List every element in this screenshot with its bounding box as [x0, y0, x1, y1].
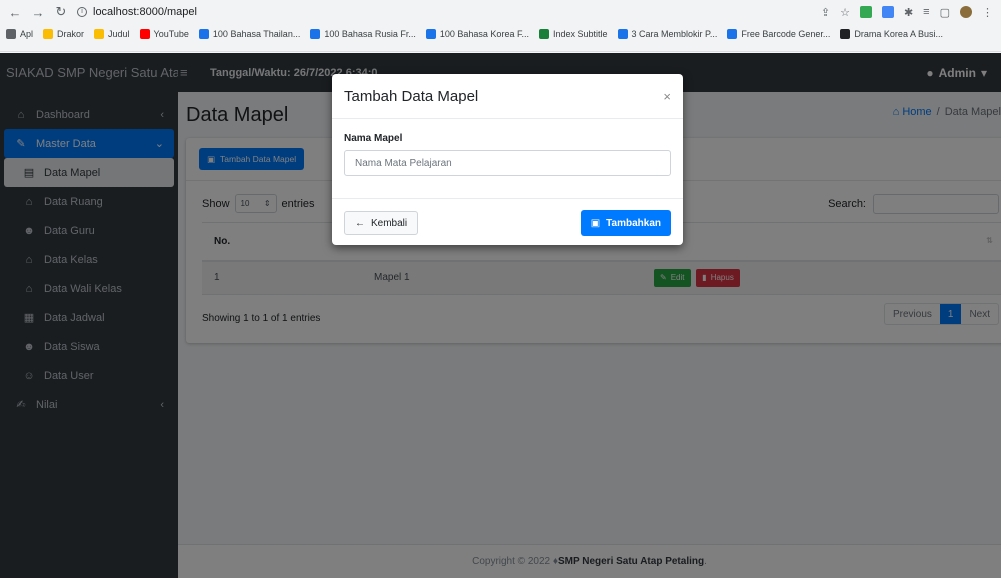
bookmark-label: YouTube	[153, 29, 189, 39]
bookmark-icon	[617, 29, 628, 39]
bookmark-icon	[6, 29, 16, 39]
bookmark-label: 3 Cara Memblokir P...	[631, 29, 718, 39]
bookmark-item[interactable]: 100 Bahasa Korea F...	[425, 29, 529, 39]
bookmark-item[interactable]: 100 Bahasa Thailan...	[198, 29, 301, 39]
address-row: ← → ↻ i localhost:8000/mapel ⇪ ☆ ✱ ≡ ▢ ⋮	[0, 0, 1001, 24]
tab-icon[interactable]: ▢	[940, 6, 950, 19]
bookmark-label: Judul	[108, 29, 130, 39]
bookmark-icon	[94, 29, 105, 39]
bookmark-icon	[198, 29, 209, 39]
bookmark-item[interactable]: Free Barcode Gener...	[727, 29, 830, 39]
menu-dots-icon[interactable]: ⋮	[982, 6, 993, 19]
bookmark-item[interactable]: Apl	[6, 29, 33, 39]
reload-icon[interactable]: ↻	[54, 4, 68, 20]
bookmark-icon	[310, 29, 321, 39]
bookmark-icon	[43, 29, 54, 39]
bookmark-label: Apl	[20, 29, 34, 39]
back-arrow-icon[interactable]: ←	[8, 5, 22, 20]
bookmark-label: 100 Bahasa Korea F...	[439, 29, 529, 39]
bookmark-item[interactable]: 3 Cara Memblokir P...	[617, 29, 718, 39]
submit-label: Tambahkan	[606, 217, 661, 229]
back-label: Kembali	[371, 217, 408, 229]
forward-arrow-icon[interactable]: →	[31, 5, 45, 20]
bookmark-item[interactable]: Judul	[94, 29, 130, 39]
star-icon[interactable]: ☆	[840, 6, 850, 19]
bookmark-label: Free Barcode Gener...	[741, 29, 831, 39]
submit-button[interactable]: ▣ Tambahkan	[580, 210, 671, 236]
arrow-left-icon: ←	[355, 217, 365, 229]
modal-footer: ← Kembali ▣ Tambahkan	[332, 198, 683, 245]
browser-toolbar: ← → ↻ i localhost:8000/mapel ⇪ ☆ ✱ ≡ ▢ ⋮…	[0, 0, 1001, 52]
puzzle-icon[interactable]: ✱	[904, 6, 913, 19]
profile-avatar[interactable]	[960, 6, 972, 18]
modal-title: Tambah Data Mapel	[344, 87, 479, 105]
bookmark-icon	[538, 29, 549, 39]
bookmarks-bar: Apl Drakor Judul YouTube 100 Bahasa Thailan.…	[0, 24, 1001, 44]
modal-header: Tambah Data Mapel ×	[332, 74, 683, 119]
bookmark-icon	[425, 29, 436, 39]
browser-actions: ⇪ ☆ ✱ ≡ ▢ ⋮	[821, 6, 993, 19]
bookmark-icon	[727, 29, 738, 39]
bookmark-label: Index Subtitle	[552, 29, 608, 39]
bookmark-item[interactable]: Drama Korea A Busi...	[840, 29, 943, 39]
bookmark-icon	[840, 29, 851, 39]
bookmark-item[interactable]: YouTube	[139, 29, 189, 39]
nama-mapel-label: Nama Mapel	[344, 133, 403, 144]
save-icon: ▣	[590, 217, 601, 229]
reading-list-icon[interactable]: ≡	[923, 6, 929, 18]
extension-new-icon[interactable]	[881, 6, 894, 18]
add-mapel-modal: Tambah Data Mapel × Nama Mapel Nama Mata…	[332, 74, 683, 245]
share-icon[interactable]: ⇪	[821, 6, 830, 19]
bookmark-label: 100 Bahasa Rusia Fr...	[324, 29, 416, 39]
bookmark-item[interactable]: 100 Bahasa Rusia Fr...	[310, 29, 416, 39]
nama-mapel-input[interactable]: Nama Mata Pelajaran	[344, 150, 671, 176]
modal-body: Nama Mapel Nama Mata Pelajaran	[332, 119, 683, 176]
address-bar[interactable]: i localhost:8000/mapel	[77, 6, 197, 18]
url-text[interactable]: localhost:8000/mapel	[93, 6, 197, 18]
extension-icon[interactable]	[859, 6, 872, 18]
bookmark-icon	[139, 29, 150, 39]
close-icon[interactable]: ×	[663, 89, 671, 104]
bookmark-label: Drama Korea A Busi...	[854, 29, 943, 39]
site-info-icon[interactable]: i	[77, 7, 87, 17]
back-button[interactable]: ← Kembali	[344, 211, 419, 235]
bookmark-item[interactable]: Drakor	[43, 29, 84, 39]
bookmark-label: 100 Bahasa Thailan...	[212, 29, 301, 39]
bookmark-item[interactable]: Index Subtitle	[538, 29, 608, 39]
bookmark-label: Drakor	[57, 29, 85, 39]
